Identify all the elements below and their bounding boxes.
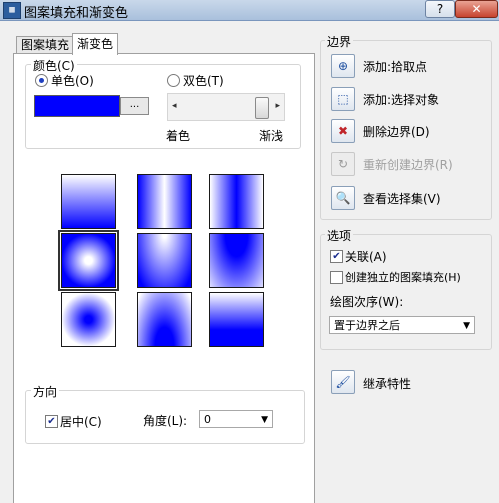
associative-label: 关联(A) [345,250,387,264]
boundaries-group-title: 边界 [325,33,354,50]
view-selection-label[interactable]: 查看选择集(V) [363,190,441,207]
shade-tint-slider[interactable]: ◂ ▸ [167,93,285,121]
options-group-title: 选项 [325,227,354,244]
inherit-properties-label[interactable]: 继承特性 [363,375,411,392]
chevron-down-icon: ▼ [261,415,268,425]
gradient-pattern-inv-hemispherical[interactable] [137,292,192,347]
slider-thumb[interactable] [255,97,270,119]
tab-hatch[interactable]: 图案填充 [16,36,75,54]
angle-value: 0 [204,413,211,426]
two-color-radio[interactable] [167,74,180,87]
help-button[interactable]: ? [425,0,455,18]
window-title: 图案填充和渐变色 [24,6,129,21]
single-color-radio[interactable] [35,74,48,87]
title-bar: ▦ 图案填充和渐变色 ? ✕ [0,0,499,21]
tint-label: 渐浅 [259,129,284,143]
gradient-pattern-inv-spherical[interactable] [61,292,116,347]
draw-order-value: 置于边界之后 [334,319,400,332]
gradient-pattern-linear[interactable] [61,174,116,229]
inherit-properties-icon[interactable]: 🖌 [331,370,355,394]
recreate-boundary-label[interactable]: 重新创建边界(R) [363,156,453,173]
color-swatch[interactable] [34,95,120,117]
chevron-down-icon: ▼ [463,321,470,331]
slider-right-arrow-icon[interactable]: ▸ [275,101,280,111]
recreate-boundary-icon[interactable]: ↻ [331,152,355,176]
two-color-label: 双色(T) [183,74,224,88]
remove-boundary-label[interactable]: 删除边界(D) [363,123,430,140]
gradient-pattern-cylinder[interactable] [137,174,192,229]
pick-point-icon[interactable]: ⊕ [331,54,355,78]
close-button[interactable]: ✕ [455,0,498,18]
separate-hatches-checkbox[interactable] [330,271,343,284]
gradient-pattern-hemispherical[interactable] [137,233,192,288]
angle-label: 角度(L): [143,414,188,428]
gradient-pattern-curved[interactable] [209,233,264,288]
remove-boundary-icon[interactable]: ✖ [331,119,355,143]
gradient-pattern-inv-curved[interactable] [209,292,264,347]
slider-left-arrow-icon[interactable]: ◂ [172,101,177,111]
gradient-pattern-inv-cylinder[interactable] [209,174,264,229]
angle-dropdown[interactable]: 0 ▼ [199,410,273,428]
single-color-label: 单色(O) [51,74,94,88]
associative-checkbox[interactable]: ✔ [330,250,343,263]
select-objects-label[interactable]: 添加:选择对象 [363,91,439,108]
separate-hatches-label: 创建独立的图案填充(H) [345,271,461,284]
gradient-pattern-spherical[interactable] [58,230,119,291]
centered-label: 居中(C) [60,415,102,429]
centered-checkbox[interactable]: ✔ [45,415,58,428]
pick-point-label[interactable]: 添加:拾取点 [363,58,427,75]
orientation-group-title: 方向 [31,383,60,400]
hatch-icon: ▦ [3,2,21,19]
tab-gradient[interactable]: 渐变色 [72,33,119,55]
draw-order-dropdown[interactable]: 置于边界之后 ▼ [329,316,475,334]
select-objects-icon[interactable]: ⬚ [331,87,355,111]
browse-color-button[interactable]: ... [120,97,149,115]
draw-order-label: 绘图次序(W): [330,295,404,309]
view-selection-icon[interactable]: 🔍 [331,186,355,210]
shade-label: 着色 [166,129,191,143]
